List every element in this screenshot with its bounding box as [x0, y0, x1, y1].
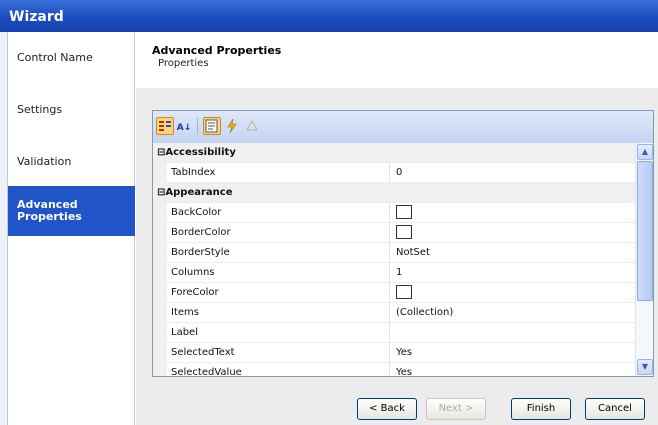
property-value[interactable]: NotSet: [396, 247, 430, 258]
property-name: Items: [171, 307, 199, 318]
nav-item-settings[interactable]: Settings: [8, 84, 135, 134]
property-name: Label: [171, 327, 198, 338]
category-label: ⊟Appearance: [157, 187, 233, 198]
property-name: SelectedText: [171, 347, 235, 358]
property-row[interactable]: Items (Collection): [153, 303, 635, 323]
category-label: ⊟Accessibility: [157, 147, 236, 158]
property-value[interactable]: 0: [396, 167, 402, 178]
category-row-accessibility[interactable]: ⊟Accessibility: [153, 143, 635, 163]
property-row[interactable]: SelectedValue Yes: [153, 363, 635, 377]
scroll-down-icon[interactable]: ▼: [637, 359, 653, 375]
property-row[interactable]: TabIndex 0: [153, 163, 635, 183]
property-name: BorderStyle: [171, 247, 230, 258]
window-title: Wizard: [9, 9, 64, 25]
property-grid-toolbar: A↓: [153, 111, 653, 144]
scrollbar-thumb[interactable]: [637, 161, 653, 301]
events-icon[interactable]: [223, 117, 241, 135]
property-pages-icon[interactable]: [243, 117, 261, 135]
page-header: Advanced Properties Properties: [136, 32, 658, 88]
page-title: Advanced Properties: [152, 44, 282, 57]
finish-button[interactable]: Finish: [511, 398, 571, 420]
property-name: BorderColor: [171, 227, 231, 238]
next-button[interactable]: Next >: [426, 398, 486, 420]
property-value[interactable]: Yes: [396, 347, 412, 358]
wizard-step-nav: Control Name Settings Validation Advance…: [8, 32, 135, 425]
property-row[interactable]: Columns 1: [153, 263, 635, 283]
property-value[interactable]: (Collection): [396, 307, 453, 318]
property-row[interactable]: ForeColor: [153, 283, 635, 303]
property-row[interactable]: BorderStyle NotSet: [153, 243, 635, 263]
cancel-button[interactable]: Cancel: [585, 398, 645, 420]
property-name: SelectedValue: [171, 367, 242, 377]
nav-item-validation[interactable]: Validation: [8, 136, 135, 186]
back-button[interactable]: < Back: [357, 398, 417, 420]
nav-item-control-name[interactable]: Control Name: [8, 32, 135, 82]
properties-icon[interactable]: [203, 117, 221, 135]
property-value[interactable]: Yes: [396, 367, 412, 376]
property-row[interactable]: BorderColor: [153, 223, 635, 243]
nav-item-label: Control Name: [17, 50, 93, 64]
color-swatch[interactable]: [396, 285, 412, 299]
category-row-appearance[interactable]: ⊟Appearance: [153, 183, 635, 203]
property-grid[interactable]: A↓ ⊟Accessibility TabIndex 0 ⊟Appearance…: [152, 110, 654, 377]
property-name: Columns: [171, 267, 215, 278]
property-name: TabIndex: [171, 167, 216, 178]
nav-item-label: Settings: [17, 102, 63, 116]
property-row[interactable]: SelectedText Yes: [153, 343, 635, 363]
color-swatch[interactable]: [396, 225, 412, 239]
color-swatch[interactable]: [396, 205, 412, 219]
scroll-up-icon[interactable]: ▲: [637, 144, 653, 160]
page-subtitle: Properties: [158, 58, 209, 69]
nav-item-advanced-properties[interactable]: Advanced Properties: [8, 186, 135, 236]
property-name: BackColor: [171, 207, 222, 218]
property-value[interactable]: 1: [396, 267, 402, 278]
alphabetical-icon[interactable]: A↓: [175, 117, 193, 135]
nav-item-label: Validation: [17, 154, 72, 168]
property-row[interactable]: Label: [153, 323, 635, 343]
categorized-icon[interactable]: [156, 117, 174, 135]
property-row[interactable]: BackColor: [153, 203, 635, 223]
property-name: ForeColor: [171, 287, 219, 298]
nav-item-label: Advanced Properties: [17, 198, 82, 223]
window-title-bar: Wizard: [0, 0, 658, 32]
nav-edge: [0, 32, 8, 425]
toolbar-separator: [197, 118, 198, 134]
vertical-scrollbar[interactable]: ▲ ▼: [635, 143, 653, 376]
property-rows: ⊟Accessibility TabIndex 0 ⊟Appearance Ba…: [153, 143, 635, 377]
